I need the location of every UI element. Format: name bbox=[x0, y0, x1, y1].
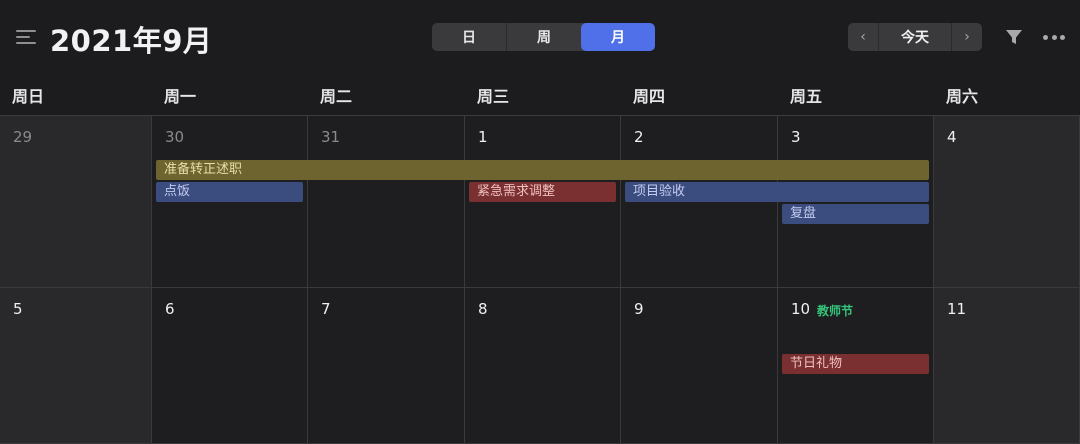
day-cell[interactable]: 1 bbox=[465, 116, 621, 288]
chevron-left-icon[interactable]: ‹ bbox=[848, 23, 878, 51]
weekday-tue: 周二 bbox=[320, 87, 353, 106]
day-number: 7 bbox=[321, 300, 331, 318]
filter-icon[interactable] bbox=[1005, 28, 1023, 46]
event-bar[interactable]: 准备转正述职 bbox=[156, 160, 929, 180]
day-number: 31 bbox=[321, 128, 341, 146]
day-cell[interactable]: 6 bbox=[152, 288, 308, 444]
day-number: 10 bbox=[791, 300, 811, 318]
event-bar[interactable]: 点饭 bbox=[156, 182, 303, 202]
event-bar[interactable]: 紧急需求调整 bbox=[469, 182, 616, 202]
view-week-button[interactable]: 周 bbox=[506, 23, 581, 51]
day-number: 1 bbox=[478, 128, 488, 146]
event-bar[interactable]: 节日礼物 bbox=[782, 354, 929, 374]
weekday-wed: 周三 bbox=[477, 87, 510, 106]
day-cell[interactable]: 5 bbox=[0, 288, 152, 444]
weekday-sun: 周日 bbox=[12, 87, 45, 106]
page-title: 2021年9月 bbox=[50, 24, 213, 58]
chevron-right-icon[interactable]: › bbox=[952, 23, 982, 51]
calendar-toolbar: 2021年9月 日 周 月 ‹ 今天 › bbox=[0, 0, 1080, 74]
day-cell[interactable]: 30 bbox=[152, 116, 308, 288]
day-cell[interactable]: 4 bbox=[934, 116, 1080, 288]
day-cell[interactable]: 9 bbox=[621, 288, 778, 444]
day-number: 29 bbox=[13, 128, 33, 146]
day-number: 4 bbox=[947, 128, 957, 146]
view-month-button[interactable]: 月 bbox=[581, 23, 655, 51]
day-number: 6 bbox=[165, 300, 175, 318]
event-bar[interactable]: 复盘 bbox=[782, 204, 929, 224]
day-number: 9 bbox=[634, 300, 644, 318]
day-number: 30 bbox=[165, 128, 185, 146]
weekday-header: 周日 周一 周二 周三 周四 周五 周六 bbox=[0, 74, 1080, 116]
weekday-sat: 周六 bbox=[946, 87, 979, 106]
day-cell[interactable]: 3 bbox=[778, 116, 934, 288]
day-number: 8 bbox=[478, 300, 488, 318]
day-number: 3 bbox=[791, 128, 801, 146]
event-bar[interactable]: 项目验收 bbox=[625, 182, 929, 202]
date-navigation: ‹ 今天 › bbox=[848, 23, 982, 51]
weekday-mon: 周一 bbox=[164, 87, 197, 106]
view-day-button[interactable]: 日 bbox=[432, 23, 506, 51]
holiday-label: 教师节 bbox=[817, 304, 854, 318]
day-cell[interactable]: 11 bbox=[934, 288, 1080, 444]
day-cell[interactable]: 2 bbox=[621, 116, 778, 288]
today-button[interactable]: 今天 bbox=[878, 23, 952, 51]
day-number: 5 bbox=[13, 300, 23, 318]
month-grid: 29 30 31 1 2 3 4 准备转正述职 点饭 紧急需求调整 项目验收 复盘 5 6 7 8 9 10 教师节… bbox=[0, 116, 1080, 444]
weekday-fri: 周五 bbox=[790, 87, 823, 106]
day-cell[interactable]: 7 bbox=[308, 288, 465, 444]
weekday-thu: 周四 bbox=[633, 87, 666, 106]
day-cell[interactable]: 31 bbox=[308, 116, 465, 288]
view-switcher: 日 周 月 bbox=[432, 23, 655, 51]
day-cell[interactable]: 29 bbox=[0, 116, 152, 288]
more-icon[interactable] bbox=[1043, 35, 1065, 41]
day-number: 2 bbox=[634, 128, 644, 146]
day-number: 11 bbox=[947, 300, 967, 318]
day-cell[interactable]: 8 bbox=[465, 288, 621, 444]
menu-collapse-icon[interactable] bbox=[16, 28, 36, 46]
